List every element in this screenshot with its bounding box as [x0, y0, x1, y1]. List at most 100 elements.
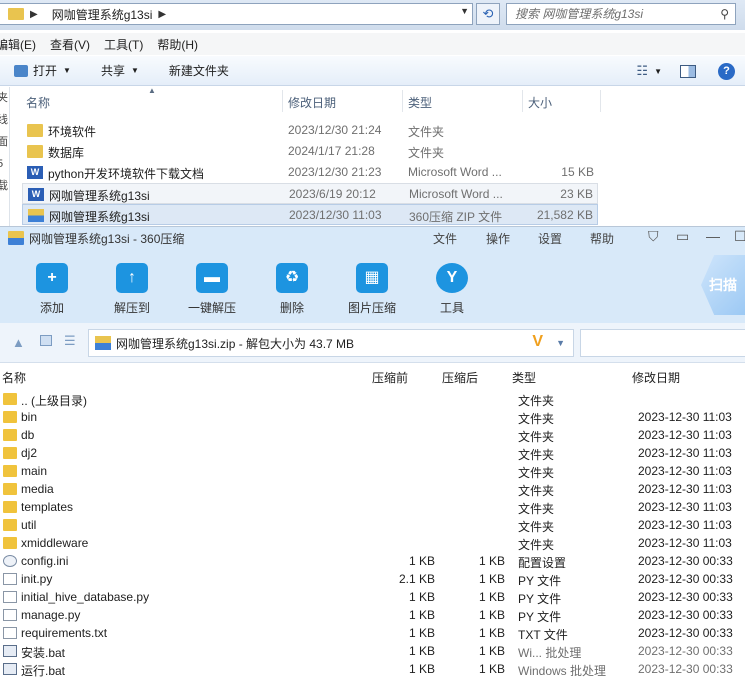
- help-icon[interactable]: ?: [718, 62, 735, 80]
- column-divider[interactable]: [522, 90, 523, 112]
- archive-search-input[interactable]: [580, 329, 745, 357]
- extract-to-button[interactable]: ↑ 解压到: [97, 263, 167, 316]
- feedback-icon[interactable]: ▭: [676, 228, 689, 245]
- menu-settings[interactable]: 设置: [538, 230, 562, 247]
- list-view-icon[interactable]: ☰: [64, 333, 76, 349]
- share-button[interactable]: 共享 ▼: [101, 62, 139, 79]
- add-button[interactable]: + 添加: [17, 263, 87, 316]
- file-size: 15 KB: [561, 165, 594, 179]
- archive-row[interactable]: requirements.txt 1 KB 1 KB TXT 文件 2023-12-30…: [0, 624, 745, 642]
- file-row[interactable]: 环境软件 2023/12/30 21:24 文件夹: [22, 120, 598, 141]
- entry-date: 2023-12-30 11:03: [638, 464, 732, 478]
- breadcrumb[interactable]: 网咖管理系统g13si: [52, 6, 153, 23]
- column-divider[interactable]: [600, 90, 601, 112]
- archive-row[interactable]: main 文件夹 2023-12-30 11:03: [0, 462, 745, 480]
- file-row-selected[interactable]: 网咖管理系统g13si 2023/12/30 11:03 360压缩 ZIP 文…: [22, 204, 598, 225]
- archive-path-field[interactable]: 网咖管理系统g13si.zip - 解包大小为 43.7 MB V ▼: [88, 329, 574, 357]
- one-click-extract-icon: ▬: [196, 263, 228, 293]
- search-input[interactable]: [515, 7, 705, 21]
- nav-item[interactable]: 夹: [0, 87, 9, 109]
- chevron-right-icon[interactable]: ▶: [158, 9, 166, 20]
- entry-size-before: 1 KB: [408, 608, 435, 622]
- entry-date: 2023-12-30 00:33: [638, 572, 733, 586]
- archive-row[interactable]: init.py 2.1 KB 1 KB PY 文件 2023-12-30 00:33: [0, 570, 745, 588]
- nav-item[interactable]: 5: [0, 153, 9, 175]
- chevron-down-icon[interactable]: ▼: [460, 6, 469, 16]
- menu-view[interactable]: 查看(V): [50, 36, 90, 53]
- archive-row[interactable]: dj2 文件夹 2023-12-30 11:03: [0, 444, 745, 462]
- one-click-extract-button[interactable]: ▬ 一键解压: [177, 263, 247, 316]
- archive-row[interactable]: util 文件夹 2023-12-30 11:03: [0, 516, 745, 534]
- archive-row[interactable]: db 文件夹 2023-12-30 11:03: [0, 426, 745, 444]
- nav-item[interactable]: 载: [0, 175, 9, 197]
- archive-row[interactable]: media 文件夹 2023-12-30 11:03: [0, 480, 745, 498]
- entry-date: 2023-12-30 11:03: [638, 482, 732, 496]
- entry-date: 2023-12-30 11:03: [638, 446, 732, 460]
- menu-help[interactable]: 帮助: [590, 230, 614, 247]
- archive-row[interactable]: bin 文件夹 2023-12-30 11:03: [0, 408, 745, 426]
- minimize-icon[interactable]: —: [706, 228, 720, 244]
- chevron-down-icon: ▼: [63, 66, 71, 75]
- search-box[interactable]: ⚲: [506, 3, 736, 25]
- config-file-icon: [3, 555, 17, 567]
- file-name: 网咖管理系统g13si: [49, 210, 150, 224]
- nav-item[interactable]: 线: [0, 109, 9, 131]
- file-row[interactable]: W 网咖管理系统g13si 2023/6/19 20:12 Microsoft …: [22, 183, 598, 204]
- tools-button[interactable]: Y 工具: [417, 263, 487, 316]
- view-options-icon[interactable]: ☷: [636, 63, 648, 79]
- image-compress-button[interactable]: ▦ 图片压缩: [337, 263, 407, 316]
- delete-button[interactable]: ♻ 删除: [257, 263, 327, 316]
- address-bar[interactable]: ▶ 网咖管理系统g13si ▶ ▼: [0, 3, 473, 25]
- column-divider[interactable]: [402, 90, 403, 112]
- maximize-icon[interactable]: ☐: [734, 228, 745, 245]
- search-icon[interactable]: ⚲: [720, 7, 729, 21]
- preview-pane-icon[interactable]: [680, 64, 696, 78]
- open-button[interactable]: 打开 ▼: [14, 62, 71, 79]
- share-label: 共享: [100, 64, 125, 78]
- entry-name: media: [21, 482, 54, 496]
- refresh-button[interactable]: ⟲: [476, 3, 500, 25]
- skin-icon[interactable]: ⛉: [648, 228, 659, 245]
- column-date[interactable]: 修改日期: [632, 369, 680, 386]
- archive-row[interactable]: templates 文件夹 2023-12-30 11:03: [0, 498, 745, 516]
- entry-size-after: 1 KB: [478, 572, 505, 586]
- column-type[interactable]: 类型: [408, 94, 432, 111]
- column-size-after[interactable]: 压缩后: [442, 369, 478, 386]
- zip-column-headers: 名称 压缩前 压缩后 类型 修改日期: [0, 366, 745, 386]
- new-folder-button[interactable]: 新建文件夹: [169, 62, 229, 79]
- scan-button[interactable]: 扫描: [701, 255, 745, 315]
- menu-operate[interactable]: 操作: [486, 230, 510, 247]
- archive-row[interactable]: xmiddleware 文件夹 2023-12-30 11:03: [0, 534, 745, 552]
- column-name[interactable]: 名称: [2, 369, 26, 386]
- entry-size-before: 1 KB: [408, 644, 435, 658]
- nav-item[interactable]: 面: [0, 131, 9, 153]
- image-compress-icon: ▦: [356, 263, 388, 293]
- column-size-before[interactable]: 压缩前: [372, 369, 408, 386]
- archive-row[interactable]: manage.py 1 KB 1 KB PY 文件 2023-12-30 00:33: [0, 606, 745, 624]
- column-divider[interactable]: [282, 90, 283, 112]
- file-icon: [3, 627, 17, 639]
- chevron-down-icon[interactable]: ▼: [654, 67, 662, 76]
- archive-row[interactable]: initial_hive_database.py 1 KB 1 KB PY 文件 202…: [0, 588, 745, 606]
- menu-edit[interactable]: 编辑(E): [0, 36, 36, 53]
- archive-row[interactable]: config.ini 1 KB 1 KB 配置设置 2023-12-30 00:33: [0, 552, 745, 570]
- entry-date: 2023-12-30 11:03: [638, 536, 732, 550]
- column-size[interactable]: 大小: [528, 94, 552, 111]
- column-type[interactable]: 类型: [512, 369, 536, 386]
- menu-file[interactable]: 文件: [433, 230, 457, 247]
- menu-help[interactable]: 帮助(H): [157, 36, 198, 53]
- chevron-down-icon[interactable]: ▼: [556, 338, 565, 348]
- column-date[interactable]: 修改日期: [288, 94, 336, 111]
- up-arrow-icon[interactable]: ▲: [12, 335, 25, 350]
- folder-icon: [27, 145, 43, 158]
- verified-icon[interactable]: V: [532, 333, 543, 351]
- entry-date: 2023-12-30 00:33: [638, 608, 733, 622]
- menu-tools[interactable]: 工具(T): [104, 36, 143, 53]
- file-row[interactable]: 数据库 2024/1/17 21:28 文件夹: [22, 141, 598, 162]
- chevron-right-icon[interactable]: ▶: [30, 9, 38, 20]
- detail-view-icon[interactable]: [40, 335, 52, 346]
- column-name[interactable]: 名称: [26, 94, 50, 111]
- archive-row[interactable]: .. (上级目录) 文件夹: [0, 390, 745, 408]
- file-row[interactable]: W python开发环境软件下载文档 2023/12/30 21:23 Micr…: [22, 162, 598, 183]
- path-bar: ▲ ☰ 网咖管理系统g13si.zip - 解包大小为 43.7 MB V ▼: [0, 323, 745, 363]
